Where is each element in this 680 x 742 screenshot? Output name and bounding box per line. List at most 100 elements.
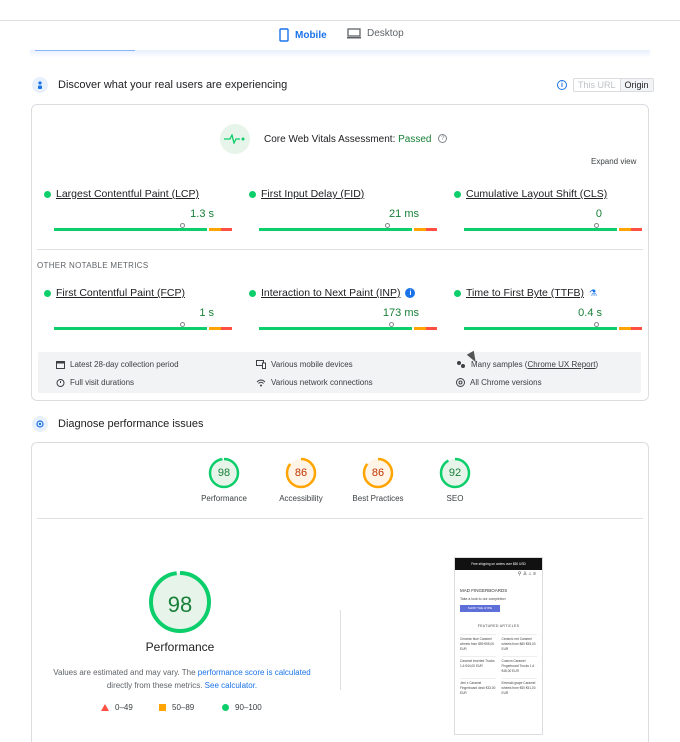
- thumb-product-grid: Ceramic blue Caramel wheels from $59 €55…: [460, 634, 537, 696]
- thumb-product: Custom Caramel Fingerboard Trucks 1.6 €4…: [501, 656, 537, 674]
- gauge-score: 92: [448, 467, 462, 479]
- thumb-banner: Free shipping on orders over $50 USD: [455, 558, 542, 570]
- other-metric: Time to First Byte (TTFB) ⚗ 0.4 s: [454, 287, 642, 330]
- info-collection-period: Latest 28-day collection period: [56, 360, 179, 369]
- info-versions: All Chrome versions: [456, 378, 542, 387]
- performance-score-large: 98 Performance: [100, 570, 260, 654]
- performance-score-label: Performance: [145, 640, 215, 654]
- other-metric: Interaction to Next Paint (INP) i 173 ms: [249, 287, 437, 330]
- gauge-label: Accessibility: [279, 494, 323, 503]
- info-icon[interactable]: i: [405, 288, 416, 298]
- good-segment: [54, 327, 207, 330]
- field-data-title: Discover what your real users are experi…: [58, 79, 288, 91]
- top-divider: [0, 20, 680, 21]
- metric-distribution-bar: [464, 228, 642, 231]
- poor-segment: [631, 228, 642, 231]
- core-metric: Largest Contentful Paint (LCP) 1.3 s: [44, 188, 232, 231]
- good-segment: [259, 327, 412, 330]
- circle-icon: [222, 704, 229, 711]
- metric-name-link[interactable]: Largest Contentful Paint (LCP): [56, 188, 199, 200]
- status-dot-icon: [454, 289, 461, 297]
- metric-distribution-bar: [464, 327, 642, 330]
- p75-marker: [388, 322, 394, 327]
- chrome-ux-report-link[interactable]: Chrome UX Report: [527, 360, 595, 369]
- metric-value: 0.4 s: [578, 307, 602, 319]
- poor-segment: [221, 228, 232, 231]
- poor-segment: [426, 228, 437, 231]
- this-url-option[interactable]: This URL: [574, 79, 620, 91]
- status-dot-icon: [249, 289, 256, 297]
- metrics-divider: [37, 249, 643, 250]
- scores-divider: [37, 518, 643, 519]
- thumb-product: Ceramic red Caramel wheels from $60 €55,…: [501, 634, 537, 652]
- gauge-score: 98: [217, 467, 231, 479]
- chrome-icon: [456, 378, 465, 387]
- metric-name-link[interactable]: Cumulative Layout Shift (CLS): [466, 188, 607, 200]
- average-segment: [619, 327, 631, 330]
- gauge-label: Best Practices: [352, 494, 404, 503]
- metric-value: 21 ms: [389, 208, 419, 220]
- help-icon[interactable]: ?: [438, 134, 448, 144]
- gauge-label: SEO: [446, 494, 464, 503]
- previous-section-edge: [30, 50, 650, 58]
- metric-name-link[interactable]: First Input Delay (FID): [261, 188, 364, 200]
- diagnose-icon: [32, 416, 48, 432]
- info-devices: Various mobile devices: [256, 360, 353, 369]
- tab-mobile[interactable]: Mobile: [279, 28, 327, 42]
- lab-data-header: Diagnose performance issues: [32, 416, 204, 432]
- score-gauge-seo[interactable]: 92 SEO: [415, 457, 495, 503]
- collection-info-box: Latest 28-day collection period Various …: [38, 352, 641, 393]
- score-gauge-best-practices[interactable]: 86 Best Practices: [338, 457, 418, 503]
- note-text-1: Values are estimated and may vary. The: [53, 668, 198, 677]
- experimental-flask-icon: ⚗: [589, 287, 598, 298]
- metric-name-link[interactable]: Time to First Byte (TTFB): [466, 287, 584, 299]
- desktop-icon: [347, 28, 361, 39]
- metric-name-link[interactable]: First Contentful Paint (FCP): [56, 287, 185, 299]
- legend-average: 50–89: [159, 703, 194, 712]
- thumb-product: Emerald grape Caramel wheels from €50 €5…: [501, 678, 537, 696]
- performance-score-link[interactable]: performance score is calculated: [198, 668, 311, 677]
- core-metric: Cumulative Layout Shift (CLS) 0: [454, 188, 642, 231]
- metric-value: 1.3 s: [190, 208, 214, 220]
- see-calculator-link[interactable]: See calculator.: [205, 681, 257, 690]
- expand-view-link[interactable]: Expand view: [591, 157, 636, 166]
- origin-option[interactable]: Origin: [619, 79, 653, 91]
- samples-icon: [457, 361, 465, 368]
- thumb-product: Jeni x Caramel Fingerboard deck €33,00 E…: [460, 678, 496, 696]
- metric-distribution-bar: [54, 327, 232, 330]
- samples-suffix: ): [595, 360, 599, 369]
- info-icon[interactable]: i: [557, 80, 567, 90]
- thumb-cta: SHOP THE HYPE: [460, 605, 500, 612]
- other-metrics-label: OTHER NOTABLE METRICS: [37, 261, 149, 270]
- thumb-featured: FEATURED ARTICLES: [477, 624, 520, 628]
- devices-icon: [256, 360, 266, 369]
- average-segment: [209, 228, 221, 231]
- info-devices-text: Various mobile devices: [271, 360, 353, 369]
- score-gauge-performance[interactable]: 98 Performance: [184, 457, 264, 503]
- metric-distribution-bar: [54, 228, 232, 231]
- metric-name-link[interactable]: Interaction to Next Paint (INP): [261, 287, 400, 299]
- info-network-text: Various network connections: [271, 378, 373, 387]
- assessment-label: Core Web Vitals Assessment:: [264, 133, 396, 145]
- average-segment: [619, 228, 631, 231]
- info-durations: Full visit durations: [56, 378, 134, 387]
- vertical-divider: [340, 610, 341, 690]
- tab-desktop[interactable]: Desktop: [347, 28, 404, 39]
- page-screenshot-thumbnail[interactable]: Free shipping on orders over $50 USD ⚲ ♙…: [454, 557, 543, 735]
- thumb-header-icons: ⚲ ♙ ⌂ ≡: [517, 571, 536, 577]
- calendar-icon: [56, 361, 65, 369]
- legend-poor: 0–49: [101, 703, 133, 712]
- good-segment: [464, 228, 617, 231]
- poor-segment: [426, 327, 437, 330]
- score-gauge-accessibility[interactable]: 86 Accessibility: [261, 457, 341, 503]
- previous-section-link: [35, 50, 135, 51]
- legend-average-label: 50–89: [172, 703, 195, 712]
- legend-good-label: 90–100: [235, 703, 262, 712]
- gauge-score: 86: [294, 467, 308, 479]
- square-icon: [159, 704, 166, 711]
- samples-prefix: Many samples (: [471, 360, 528, 369]
- status-dot-icon: [44, 190, 51, 198]
- pulse-icon: [220, 124, 250, 154]
- timer-icon: [56, 379, 65, 387]
- p75-marker: [593, 223, 599, 228]
